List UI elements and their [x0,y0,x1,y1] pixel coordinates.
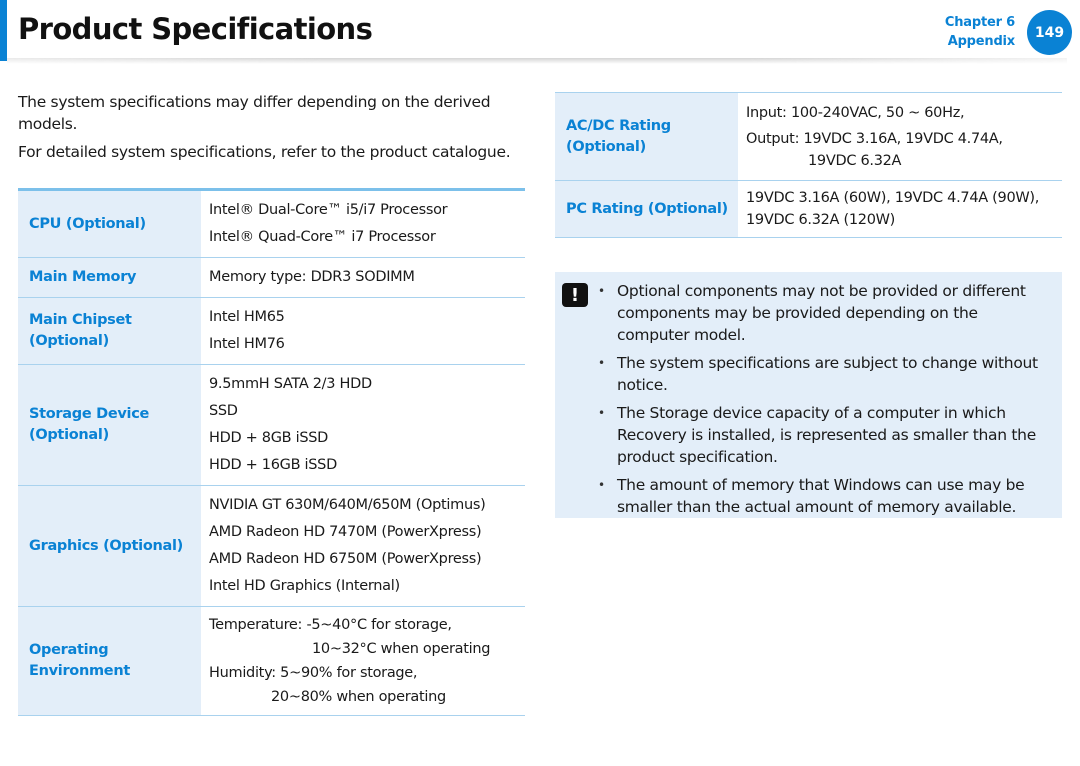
intro-paragraph: The system specifications may differ dep… [18,93,491,133]
chapter-number: Chapter 6 [944,15,1015,30]
spec-label: Graphics (Optional) [18,485,201,607]
spec-value-line: AMD Radeon HD 6750M (PowerXpress) [209,551,482,567]
spec-row-environment: Operating Environment Temperature: -5~40… [18,606,525,716]
spec-value: Intel® Dual-Core™ i5/i7 Processor Intel®… [201,189,525,258]
chapter-section: Appendix [947,34,1015,49]
spec-label: CPU (Optional) [18,189,201,258]
spec-value-line: SSD [209,403,238,419]
note-item: The system specifications are subject to… [598,352,1050,396]
spec-value-line: 10~32°C when operating [312,641,491,657]
chapter-label: Chapter 6 Appendix [945,13,1015,51]
spec-row-cpu: CPU (Optional) Intel® Dual-Core™ i5/i7 P… [18,189,525,258]
spec-value-line: Intel HM76 [209,336,285,352]
spec-value: Memory type: DDR3 SODIMM [201,257,525,298]
spec-value-line: 19VDC 3.16A (60W), 19VDC 4.74A (90W), [746,190,1040,206]
note-box: ! Optional components may not be provide… [555,272,1062,518]
spec-value-line: Humidity: 5~90% for storage, [209,665,418,681]
spec-value: 19VDC 3.16A (60W), 19VDC 4.74A (90W), 19… [738,180,1062,238]
spec-value-line: Temperature: -5~40°C for storage, [209,617,452,633]
spec-label: AC/DC Rating (Optional) [555,92,738,181]
intro-text: The system specifications may differ dep… [18,91,528,169]
page-title: Product Specifications [18,12,373,46]
spec-value-line: 20~80% when operating [271,689,446,705]
note-list: Optional components may not be provided … [598,280,1050,518]
spec-value: NVIDIA GT 630M/640M/650M (Optimus) AMD R… [201,485,525,607]
spec-table-right: AC/DC Rating (Optional) Input: 100-240VA… [555,92,1062,238]
spec-row-pc-rating: PC Rating (Optional) 19VDC 3.16A (60W), … [555,180,1062,238]
spec-value: Temperature: -5~40°C for storage, 10~32°… [201,606,525,716]
spec-row-graphics: Graphics (Optional) NVIDIA GT 630M/640M/… [18,485,525,607]
header-divider [7,58,1067,64]
spec-row-chipset: Main Chipset (Optional) Intel HM65 Intel… [18,297,525,365]
spec-label: Main Chipset (Optional) [18,297,201,365]
spec-value-line: Memory type: DDR3 SODIMM [209,269,415,285]
spec-label: Operating Environment [18,606,201,716]
spec-value-line: Intel® Dual-Core™ i5/i7 Processor [209,202,448,218]
spec-value-line: Input: 100-240VAC, 50 ~ 60Hz, [746,104,965,121]
page-header: Product Specifications Chapter 6 Appendi… [0,0,1080,64]
page-number-badge: 149 [1027,10,1072,55]
caution-icon: ! [562,283,588,307]
intro-paragraph: For detailed system specifications, refe… [18,143,511,161]
spec-value: Input: 100-240VAC, 50 ~ 60Hz, Output: 19… [738,92,1062,181]
spec-value-line: HDD + 16GB iSSD [209,457,337,473]
spec-value: Intel HM65 Intel HM76 [201,297,525,365]
spec-value-line: 19VDC 6.32A (120W) [746,212,896,228]
note-item: The Storage device capacity of a compute… [598,402,1050,468]
spec-row-memory: Main Memory Memory type: DDR3 SODIMM [18,257,525,298]
spec-value-line: 9.5mmH SATA 2/3 HDD [209,376,372,392]
note-item: Optional components may not be provided … [598,280,1050,346]
spec-row-storage: Storage Device (Optional) 9.5mmH SATA 2/… [18,364,525,486]
spec-value-line: NVIDIA GT 630M/640M/650M (Optimus) [209,497,486,513]
spec-label: Main Memory [18,257,201,298]
spec-value-line: Intel HM65 [209,309,285,325]
spec-value-line: Intel HD Graphics (Internal) [209,578,400,594]
spec-row-acdc-rating: AC/DC Rating (Optional) Input: 100-240VA… [555,92,1062,181]
spec-table-left: CPU (Optional) Intel® Dual-Core™ i5/i7 P… [18,188,525,716]
spec-value-line: Intel® Quad-Core™ i7 Processor [209,229,436,245]
spec-value-line: Output: 19VDC 3.16A, 19VDC 4.74A, [746,130,1003,147]
header-accent-bar [0,0,7,61]
note-item: The amount of memory that Windows can us… [598,474,1050,518]
spec-label: Storage Device (Optional) [18,364,201,486]
spec-value-line: HDD + 8GB iSSD [209,430,329,446]
spec-value-line: 19VDC 6.32A [808,152,902,169]
spec-label: PC Rating (Optional) [555,180,738,238]
spec-value: 9.5mmH SATA 2/3 HDD SSD HDD + 8GB iSSD H… [201,364,525,486]
spec-value-line: AMD Radeon HD 7470M (PowerXpress) [209,524,482,540]
